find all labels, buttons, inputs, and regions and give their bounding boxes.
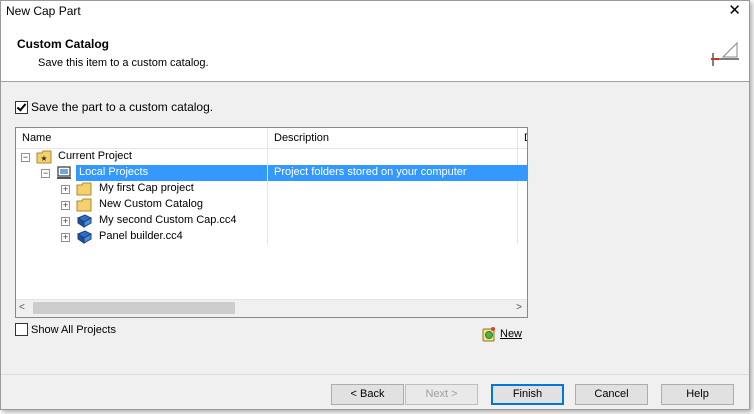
computer-icon <box>57 166 71 179</box>
close-button[interactable]: ✕ <box>728 2 741 20</box>
column-header-extra[interactable]: D <box>518 128 527 148</box>
column-header-name[interactable]: Name <box>16 128 268 148</box>
finish-button[interactable]: Finish <box>491 384 564 405</box>
window-title: New Cap Part <box>6 4 81 18</box>
expand-icon[interactable]: + <box>61 185 70 194</box>
button-bar: < Back Next > Finish Cancel Help <box>1 374 749 409</box>
tree-row-label: My second Custom Cap.cc4 <box>99 214 237 226</box>
tree-row[interactable]: + My second Custom Cap.cc4 <box>16 213 527 229</box>
expand-icon[interactable]: + <box>61 233 70 242</box>
expand-icon[interactable]: + <box>61 201 70 210</box>
folder-icon <box>76 198 92 212</box>
column-header-description[interactable]: Description <box>268 128 518 148</box>
folder-icon <box>76 182 92 196</box>
horizontal-scrollbar[interactable]: < > <box>16 299 527 317</box>
tree-row-label: Local Projects <box>79 166 149 178</box>
scroll-right-arrow-icon[interactable]: > <box>516 302 522 313</box>
new-catalog-icon <box>482 327 495 342</box>
show-all-projects-label: Show All Projects <box>31 323 116 336</box>
cancel-button[interactable]: Cancel <box>575 384 648 405</box>
tree-row[interactable]: − Local Projects Project folders stored … <box>16 165 527 181</box>
back-button[interactable]: < Back <box>331 384 404 405</box>
next-button[interactable]: Next > <box>405 384 478 405</box>
save-to-catalog-label: Save the part to a custom catalog. <box>31 100 214 114</box>
expand-icon[interactable]: + <box>61 217 70 226</box>
tree-row[interactable]: − ★ Current Project <box>16 149 527 165</box>
collapse-icon[interactable]: − <box>21 153 30 162</box>
book-icon <box>76 214 92 228</box>
tree-header: Name Description D <box>16 128 527 149</box>
banner-title: Custom Catalog <box>17 37 110 51</box>
show-all-projects-checkbox-row[interactable]: Show All Projects <box>15 323 116 336</box>
new-link-label: New <box>500 328 523 340</box>
drafting-tool-icon <box>711 41 739 66</box>
show-all-projects-checkbox[interactable] <box>15 323 28 336</box>
collapse-icon[interactable]: − <box>41 169 50 178</box>
new-catalog-link[interactable]: New <box>481 326 522 342</box>
tree-row-label: My first Cap project <box>99 182 194 194</box>
dialog-window: New Cap Part ✕ Custom Catalog Save this … <box>0 0 750 410</box>
banner-subtitle: Save this item to a custom catalog. <box>38 57 209 69</box>
tree-row[interactable]: + New Custom Catalog <box>16 197 527 213</box>
book-icon <box>76 230 92 244</box>
tree-row-label: Panel builder.cc4 <box>99 230 183 242</box>
scroll-left-arrow-icon[interactable]: < <box>19 302 25 313</box>
svg-text:★: ★ <box>40 154 47 163</box>
project-tree[interactable]: Name Description D − ★ Current Project − <box>15 127 528 318</box>
project-folder-icon: ★ <box>36 150 52 164</box>
tree-row-label: Current Project <box>58 150 132 162</box>
help-button[interactable]: Help <box>661 384 734 405</box>
save-to-catalog-checkbox[interactable] <box>15 100 28 114</box>
scroll-thumb[interactable] <box>33 302 235 314</box>
title-bar: New Cap Part ✕ <box>1 1 749 23</box>
save-to-catalog-checkbox-row[interactable]: Save the part to a custom catalog. <box>15 100 213 114</box>
tree-row-label: New Custom Catalog <box>99 198 203 210</box>
tree-row[interactable]: + Panel builder.cc4 <box>16 229 527 245</box>
wizard-banner: Custom Catalog Save this item to a custo… <box>1 23 749 82</box>
tree-row-description: Project folders stored on your computer <box>274 166 467 178</box>
tree-row[interactable]: + My first Cap project <box>16 181 527 197</box>
